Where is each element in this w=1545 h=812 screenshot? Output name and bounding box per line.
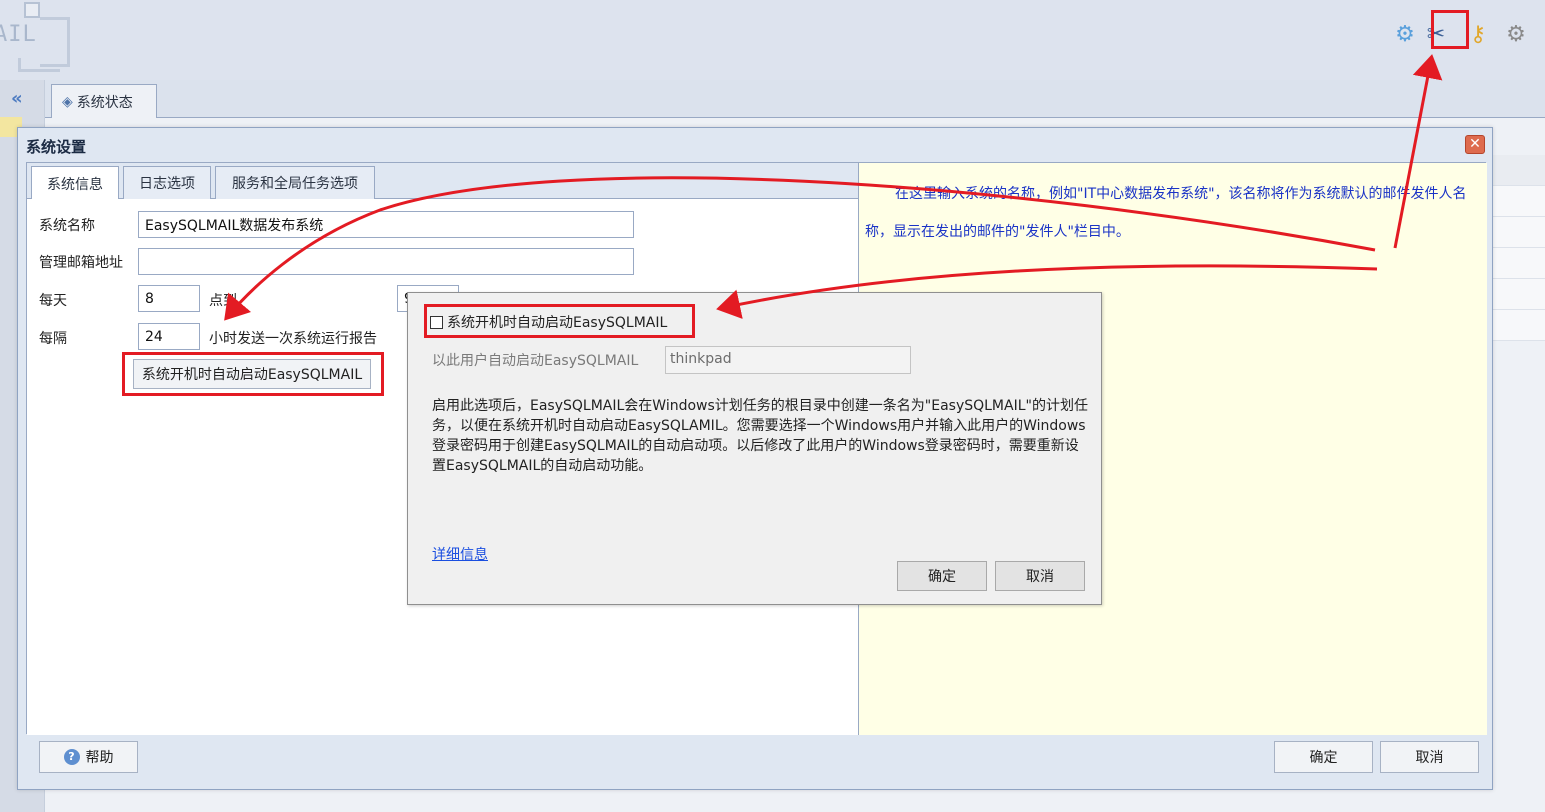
system-name-label: 系统名称 <box>39 218 95 234</box>
admin-email-label: 管理邮箱地址 <box>39 255 123 271</box>
logo-bracket-bottom <box>18 58 60 72</box>
table-row <box>1485 186 1545 217</box>
interval-input[interactable] <box>138 323 200 350</box>
settings-cancel-button[interactable]: 取消 <box>1380 741 1479 773</box>
tab-system-status[interactable]: ◈ 系统状态 <box>51 84 157 118</box>
help-button[interactable]: ? 帮助 <box>39 741 138 773</box>
logo-text: AIL <box>0 22 37 47</box>
settings-tab-bar: 系统信息 日志选项 服务和全局任务选项 <box>27 163 858 200</box>
point-to-label: 点到 <box>209 293 237 309</box>
dialog-cancel-button[interactable]: 取消 <box>995 561 1085 591</box>
gear-blue-icon[interactable]: ⚙ <box>1392 22 1418 48</box>
main-tab-strip: ◈ 系统状态 <box>45 80 1545 118</box>
daily-label: 每天 <box>39 293 67 309</box>
annotation-box-tools <box>1431 10 1469 49</box>
autostart-description: 启用此选项后，EasySQLMAIL会在Windows计划任务的根目录中创建一条… <box>432 398 1088 474</box>
admin-email-input[interactable] <box>138 248 634 275</box>
status-icon: ◈ <box>62 93 73 110</box>
dialog-ok-button[interactable]: 确定 <box>897 561 987 591</box>
app-logo: AIL <box>0 0 80 80</box>
table-row <box>1485 217 1545 248</box>
system-name-input[interactable] <box>138 211 634 238</box>
table-row <box>1485 248 1545 279</box>
interval-label: 每隔 <box>39 331 67 347</box>
interval-suffix: 小时发送一次系统运行报告 <box>209 331 377 347</box>
settings-ok-button[interactable]: 确定 <box>1274 741 1373 773</box>
table-row <box>1485 279 1545 310</box>
help-icon: ? <box>63 749 80 765</box>
autostart-user-label: 以此用户自动启动EasySQLMAIL <box>432 353 639 369</box>
annotation-box-checkbox <box>424 304 695 338</box>
table-row <box>1485 310 1545 341</box>
settings-window-title: 系统设置 <box>26 138 87 156</box>
autostart-user-input[interactable]: thinkpad <box>665 346 911 374</box>
help-button-label: 帮助 <box>85 750 114 766</box>
tab-service-options[interactable]: 服务和全局任务选项 <box>215 166 375 199</box>
table-row <box>1485 155 1545 186</box>
help-text: 在这里输入系统的名称，例如"IT中心数据发布系统"，该名称将作为系统默认的邮件发… <box>865 186 1467 240</box>
app-header: AIL ⚙ ✂ ⚷ ⚙ <box>0 0 1545 80</box>
collapse-left-icon[interactable]: « <box>11 88 23 109</box>
tab-system-status-label: 系统状态 <box>76 94 133 111</box>
details-link[interactable]: 详细信息 <box>432 544 488 564</box>
tab-system-info[interactable]: 系统信息 <box>31 166 119 200</box>
daily-start-input[interactable] <box>138 285 200 312</box>
logo-square <box>24 2 40 18</box>
background-table <box>1485 155 1545 345</box>
annotation-box-autostart-button <box>122 352 384 396</box>
tab-log-options[interactable]: 日志选项 <box>123 166 211 199</box>
gear-icon[interactable]: ⚙ <box>1503 22 1529 48</box>
autostart-dialog: 系统开机时自动启动EasySQLMAIL 以此用户自动启动EasySQLMAIL… <box>407 292 1102 605</box>
close-icon[interactable]: ✕ <box>1465 135 1485 154</box>
